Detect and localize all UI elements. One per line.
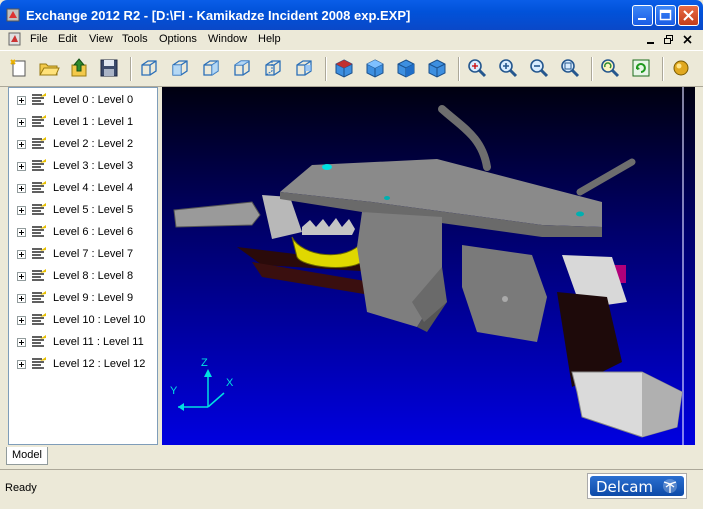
axis-y-label: Y (170, 385, 178, 397)
zoom-all-icon[interactable] (466, 57, 488, 79)
tree-item-label: Level 9 : Level 9 (53, 292, 134, 304)
rotate-icon[interactable] (599, 57, 621, 79)
expand-icon[interactable] (17, 206, 26, 215)
delcam-logo: Delcam (587, 473, 687, 499)
axis-triad: Z Y X (170, 355, 240, 415)
palm-tree-icon (663, 479, 677, 493)
tree-item-label: Level 12 : Level 12 (53, 358, 146, 370)
expand-icon[interactable] (17, 96, 26, 105)
toolbar (0, 50, 703, 87)
expand-icon[interactable] (17, 338, 26, 347)
expand-icon[interactable] (17, 316, 26, 325)
tree-item-label: Level 0 : Level 0 (53, 94, 134, 106)
zoom-box-icon[interactable] (559, 57, 581, 79)
level-icon (32, 247, 46, 259)
axis-x-label: X (226, 377, 234, 389)
level-icon (32, 357, 46, 369)
mdi-close-icon[interactable] (682, 34, 694, 46)
menu-help[interactable]: Help (258, 33, 281, 45)
level-icon (32, 93, 46, 105)
new-icon[interactable] (8, 57, 30, 79)
status-text: Ready (5, 482, 37, 494)
axis-z-label: Z (201, 357, 208, 369)
expand-icon[interactable] (17, 228, 26, 237)
expand-icon[interactable] (17, 360, 26, 369)
window-title: Exchange 2012 R2 - [D:\FI - Kamikadze In… (26, 8, 411, 23)
level-icon (32, 159, 46, 171)
view-iso-icon[interactable] (138, 57, 160, 79)
document-icon[interactable] (7, 32, 23, 47)
logo-text: Delcam (596, 478, 653, 496)
app-icon (6, 8, 20, 22)
shaded-cube-3-icon[interactable] (395, 57, 417, 79)
zoom-out-icon[interactable] (528, 57, 550, 79)
expand-icon[interactable] (17, 162, 26, 171)
shaded-cube-4-icon[interactable] (426, 57, 448, 79)
expand-icon[interactable] (17, 294, 26, 303)
model-viewport[interactable]: Z Y X (162, 87, 695, 445)
menu-file[interactable]: File (30, 33, 48, 45)
model-canvas (173, 87, 684, 445)
level-tree[interactable]: Level 0 : Level 0 Level 1 : Level 1 Level … (8, 87, 158, 445)
tree-item-label: Level 3 : Level 3 (53, 160, 134, 172)
view-top-icon[interactable] (293, 57, 315, 79)
expand-icon[interactable] (17, 140, 26, 149)
shaded-cube-icon[interactable] (333, 57, 355, 79)
level-icon (32, 313, 46, 325)
tree-item-label: Level 5 : Level 5 (53, 204, 134, 216)
tree-item-label: Level 1 : Level 1 (53, 116, 134, 128)
title-bar[interactable]: Exchange 2012 R2 - [D:\FI - Kamikadze In… (0, 0, 703, 30)
menu-window[interactable]: Window (208, 33, 247, 45)
close-button[interactable] (678, 5, 699, 26)
level-icon (32, 203, 46, 215)
tree-item-label: Level 7 : Level 7 (53, 248, 134, 260)
import-icon[interactable] (68, 57, 90, 79)
view-right-icon[interactable] (262, 57, 284, 79)
maximize-icon (659, 9, 672, 21)
tree-item-label: Level 8 : Level 8 (53, 270, 134, 282)
tree-item-label: Level 2 : Level 2 (53, 138, 134, 150)
mdi-minimize-icon[interactable] (645, 34, 657, 46)
expand-icon[interactable] (17, 250, 26, 259)
mdi-restore-icon[interactable] (663, 34, 675, 46)
zoom-in-icon[interactable] (497, 57, 519, 79)
logo-badge: Delcam (590, 476, 684, 496)
tree-item-label: Level 4 : Level 4 (53, 182, 134, 194)
tree-item-label: Level 6 : Level 6 (53, 226, 134, 238)
menu-bar: File Edit View Tools Options Window Help (0, 30, 703, 49)
save-icon[interactable] (98, 57, 120, 79)
level-icon (32, 269, 46, 281)
sphere-icon[interactable] (670, 57, 692, 79)
expand-icon[interactable] (17, 118, 26, 127)
menu-options[interactable]: Options (159, 33, 197, 45)
expand-icon[interactable] (17, 184, 26, 193)
menu-edit[interactable]: Edit (58, 33, 77, 45)
level-icon (32, 115, 46, 127)
tree-item-label: Level 10 : Level 10 (53, 314, 146, 326)
level-icon (32, 137, 46, 149)
view-left-icon[interactable] (231, 57, 253, 79)
level-icon (32, 225, 46, 237)
tree-item-label: Level 11 : Level 11 (53, 336, 144, 348)
close-icon (683, 10, 694, 21)
open-icon[interactable] (38, 57, 60, 79)
menu-view[interactable]: View (89, 33, 113, 45)
level-icon (32, 291, 46, 303)
shaded-cube-2-icon[interactable] (364, 57, 386, 79)
minimize-button[interactable] (632, 5, 653, 26)
menu-tools[interactable]: Tools (122, 33, 148, 45)
refresh-icon[interactable] (630, 57, 652, 79)
expand-icon[interactable] (17, 272, 26, 281)
level-icon (32, 181, 46, 193)
level-icon (32, 335, 46, 347)
maximize-button[interactable] (655, 5, 676, 26)
view-front-icon[interactable] (169, 57, 191, 79)
tab-model[interactable]: Model (6, 447, 48, 465)
minimize-icon (638, 18, 646, 20)
tab-bar: Model (0, 447, 703, 467)
view-back-icon[interactable] (200, 57, 222, 79)
